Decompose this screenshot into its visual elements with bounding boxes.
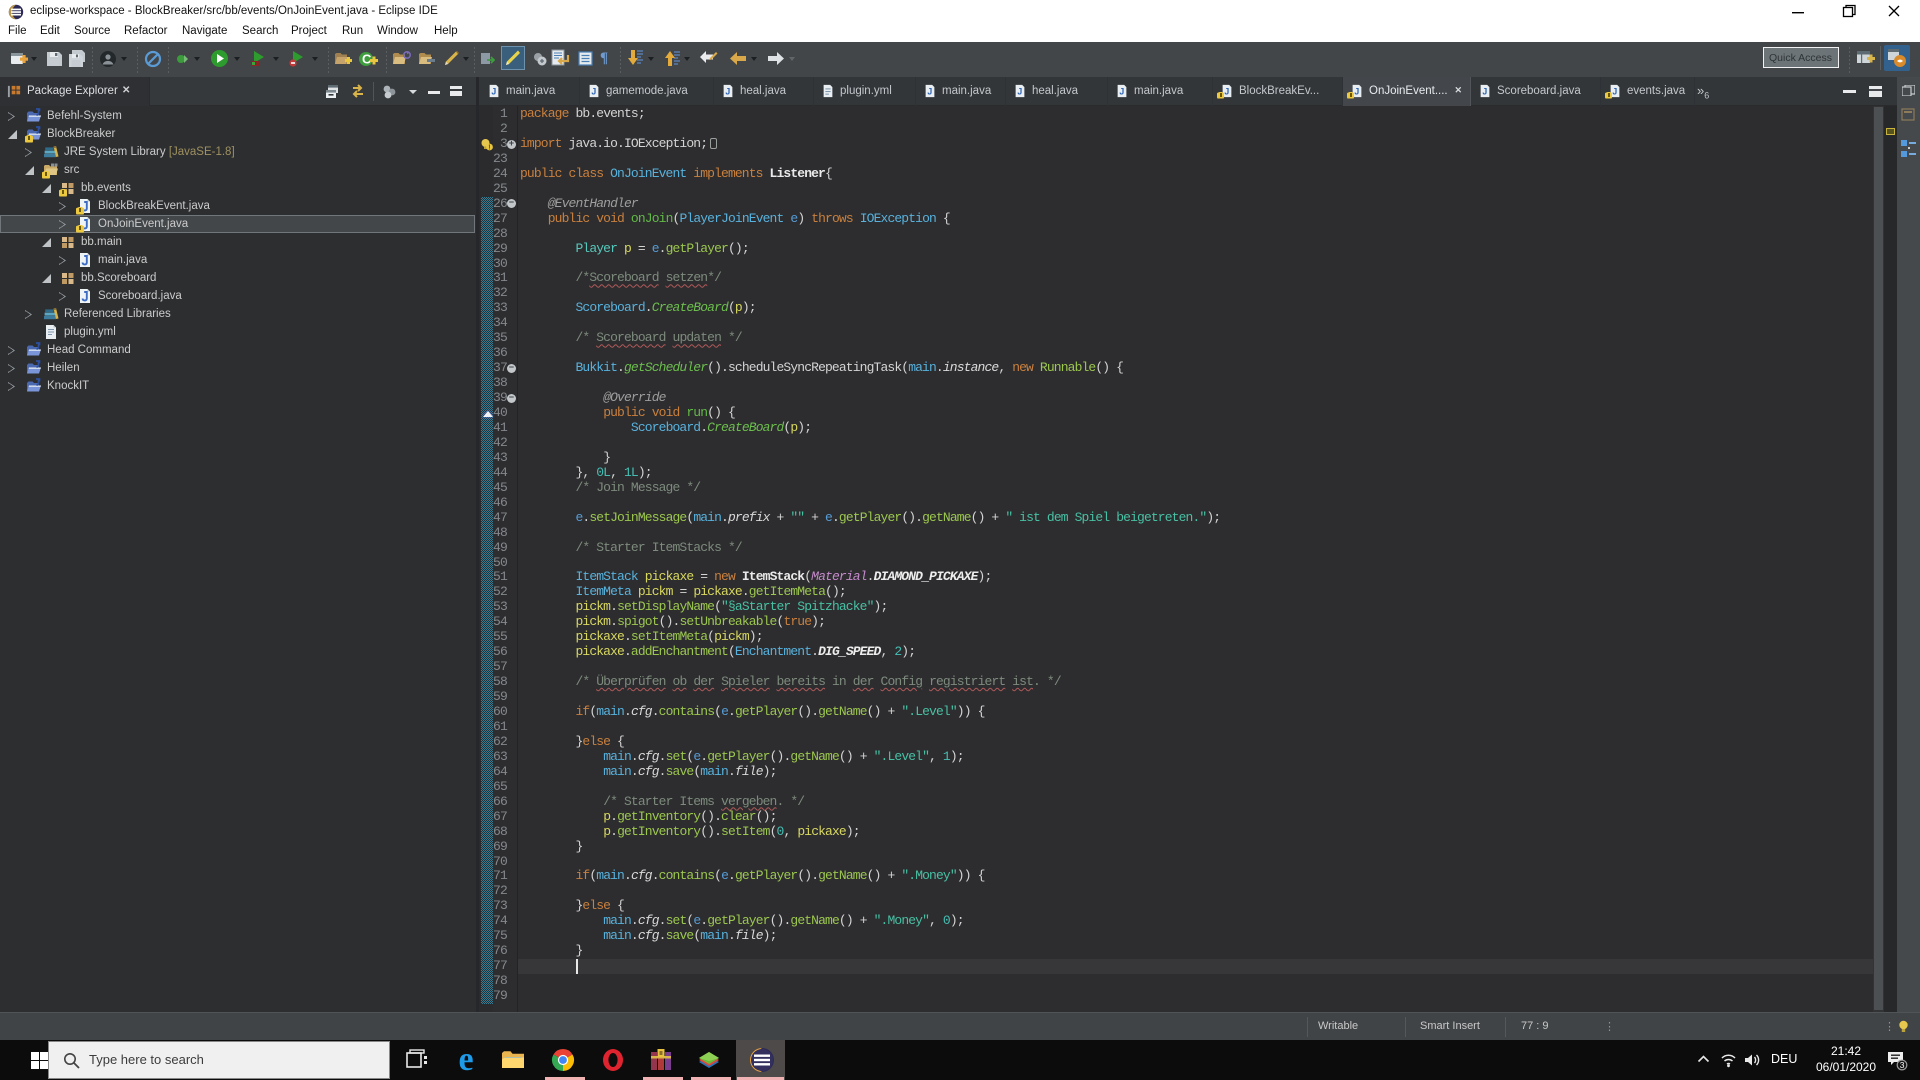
svg-text:J: J: [1119, 87, 1124, 97]
svg-text:J: J: [1017, 87, 1022, 97]
svg-text:J: J: [591, 87, 596, 97]
svg-text:J: J: [1224, 87, 1229, 97]
svg-text:J: J: [927, 87, 932, 97]
svg-text:J: J: [1612, 87, 1617, 97]
svg-text:J: J: [1482, 87, 1487, 97]
svg-text:3: 3: [1900, 1060, 1905, 1070]
svg-text:J: J: [491, 87, 496, 97]
svg-text:J: J: [1354, 87, 1359, 97]
svg-text:J: J: [725, 87, 730, 97]
